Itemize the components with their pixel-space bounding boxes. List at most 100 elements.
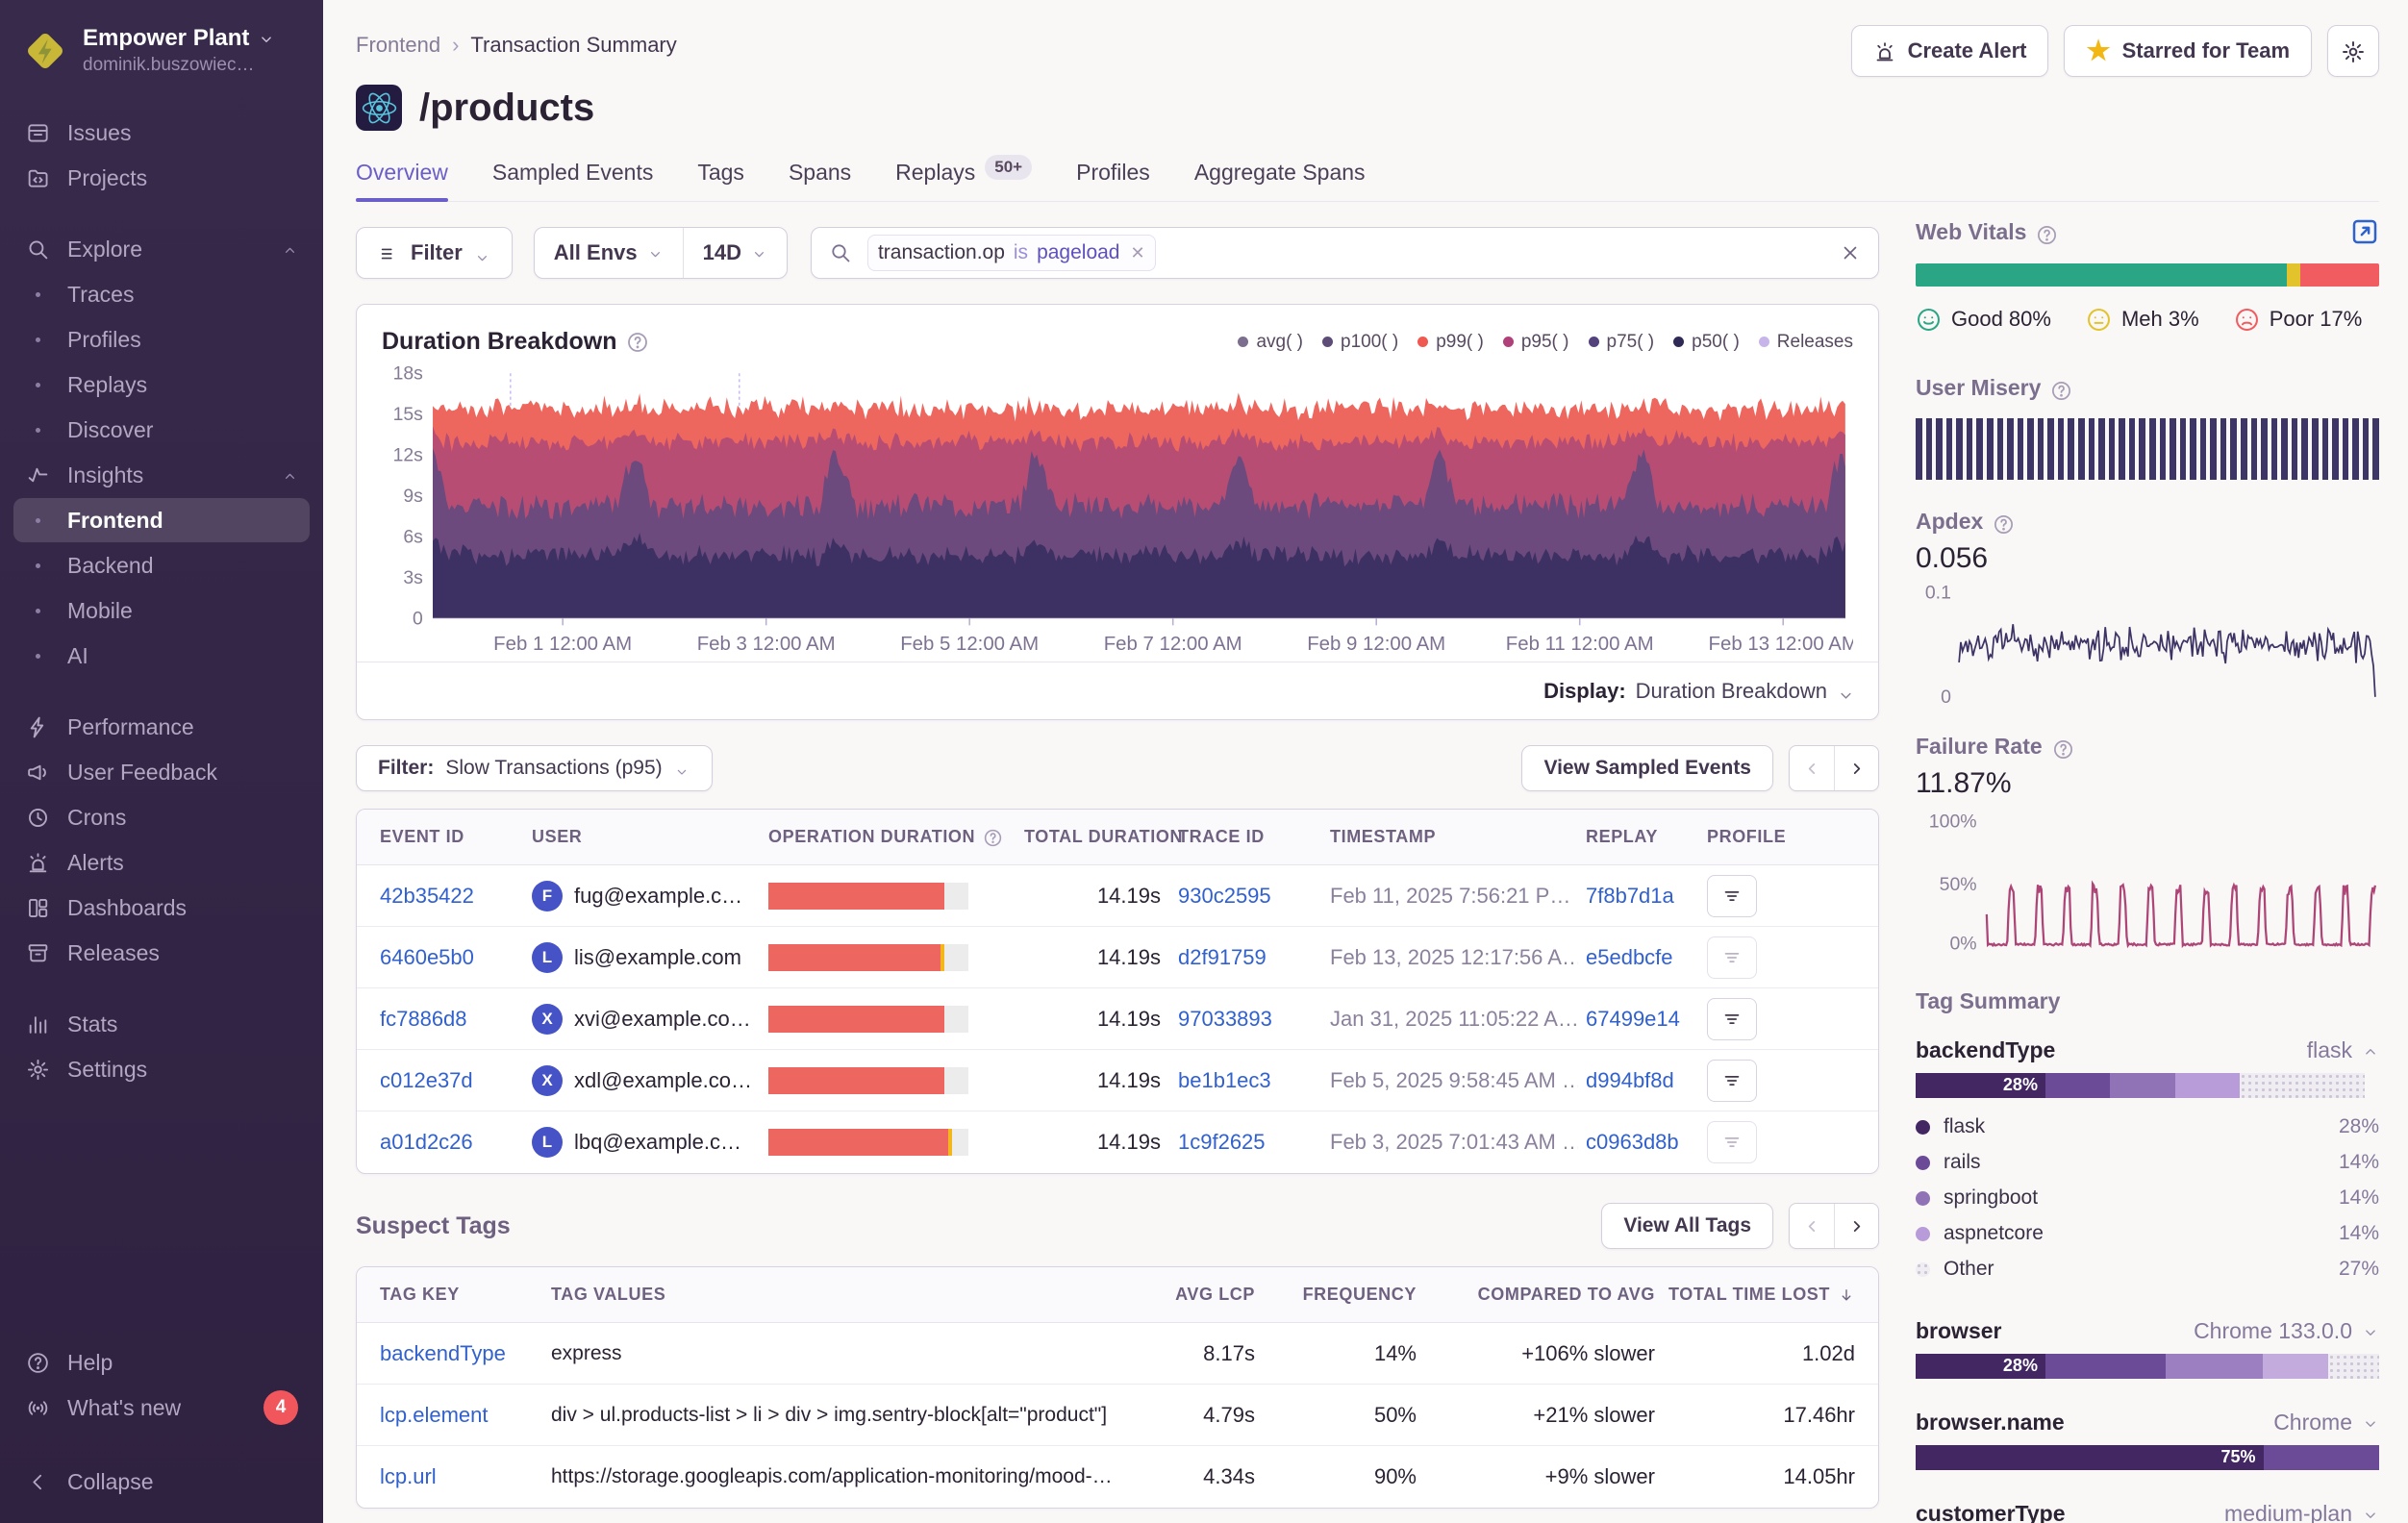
search-clear-icon[interactable] [1840, 242, 1861, 263]
tag-group-selector[interactable]: Chrome 133.0.0 [2194, 1318, 2379, 1344]
sidebar-item-settings[interactable]: Settings [13, 1047, 310, 1091]
sidebar-item-insights[interactable]: Insights [13, 453, 310, 497]
sidebar-item-collapse[interactable]: Collapse [13, 1460, 310, 1504]
sidebar-item-issues[interactable]: Issues [13, 111, 310, 155]
sidebar-item-label: Explore [67, 237, 142, 262]
tab-aggregate-spans[interactable]: Aggregate Spans [1194, 160, 1366, 201]
legend-item-releases[interactable]: Releases [1759, 332, 1853, 353]
legend-item-p50[interactable]: p50( ) [1673, 332, 1740, 353]
sidebar-item-frontend[interactable]: Frontend [13, 498, 310, 542]
sidebar-item-stats[interactable]: Stats [13, 1002, 310, 1046]
legend-item-p95[interactable]: p95( ) [1503, 332, 1569, 353]
tag-group-selector[interactable]: medium-plan [2224, 1501, 2379, 1523]
tag-group-selector[interactable]: Chrome [2273, 1410, 2379, 1436]
tab-overview[interactable]: Overview [356, 160, 448, 201]
sidebar-item-mobile[interactable]: Mobile [13, 588, 310, 633]
help-icon[interactable] [2052, 736, 2074, 758]
view-sampled-events-button[interactable]: View Sampled Events [1521, 745, 1773, 791]
sidebar-item-explore[interactable]: Explore [13, 227, 310, 271]
replay-link[interactable]: 7f8b7d1a [1586, 884, 1699, 909]
filter-button[interactable]: Filter [356, 227, 513, 279]
sidebar-item-replays[interactable]: Replays [13, 362, 310, 407]
tag-value: express [551, 1342, 1113, 1365]
environment-selector[interactable]: All Envs [535, 228, 683, 278]
profile-button[interactable] [1707, 998, 1757, 1040]
sidebar-item-traces[interactable]: Traces [13, 272, 310, 316]
sidebar-item-backend[interactable]: Backend [13, 543, 310, 587]
legend-item-p99[interactable]: p99( ) [1417, 332, 1484, 353]
profile-button[interactable] [1707, 936, 1757, 979]
display-selector[interactable]: Duration Breakdown [1636, 679, 1827, 704]
next-page-button[interactable] [1834, 746, 1878, 790]
tab-profiles[interactable]: Profiles [1076, 160, 1150, 201]
column-header-total-time-lost[interactable]: TOTAL TIME LOST [1663, 1285, 1855, 1305]
event-row: 42b35422Ffug@example.c…14.19s930c2595Feb… [357, 865, 1878, 927]
prev-page-button[interactable] [1790, 1204, 1834, 1248]
sidebar-item-releases[interactable]: Releases [13, 931, 310, 975]
sidebar-item-performance[interactable]: Performance [13, 705, 310, 749]
legend-item-p75[interactable]: p75( ) [1589, 332, 1655, 353]
event-id-link[interactable]: fc7886d8 [380, 1007, 524, 1032]
org-switcher[interactable]: Empower Plant dominik.buszowiec… [13, 23, 310, 82]
legend-item-p100[interactable]: p100( ) [1322, 332, 1398, 353]
search-token[interactable]: transaction.op is pageload ✕ [867, 235, 1156, 271]
sidebar-item-profiles[interactable]: Profiles [13, 317, 310, 362]
sidebar-item-alerts[interactable]: Alerts [13, 840, 310, 885]
tag-key-link[interactable]: backendType [380, 1341, 543, 1366]
sidebar-item-ai[interactable]: AI [13, 634, 310, 678]
sidebar-item-help[interactable]: Help [13, 1340, 310, 1385]
help-icon[interactable] [2050, 377, 2072, 399]
trace-id-link[interactable]: 97033893 [1178, 1007, 1322, 1032]
trace-id-link[interactable]: 930c2595 [1178, 884, 1322, 909]
chevron-down-icon[interactable] [1837, 682, 1855, 700]
profile-button[interactable] [1707, 1060, 1757, 1102]
event-id-link[interactable]: 6460e5b0 [380, 945, 524, 970]
replay-link[interactable]: 67499e14 [1586, 1007, 1699, 1032]
open-in-new-icon[interactable] [2350, 217, 2379, 246]
help-icon[interactable] [626, 331, 649, 354]
trace-id-link[interactable]: 1c9f2625 [1178, 1130, 1322, 1155]
sidebar-item-user-feedback[interactable]: User Feedback [13, 750, 310, 794]
tag-key-link[interactable]: lcp.url [380, 1464, 543, 1489]
view-all-tags-button[interactable]: View All Tags [1601, 1203, 1773, 1249]
help-icon[interactable] [983, 827, 1003, 847]
date-range-selector[interactable]: 14D [683, 228, 787, 278]
help-icon[interactable] [1993, 511, 2015, 533]
event-id-link[interactable]: 42b35422 [380, 884, 524, 909]
breadcrumb-project[interactable]: Frontend [356, 33, 440, 58]
tab-sampled-events[interactable]: Sampled Events [492, 160, 653, 201]
tag-key-link[interactable]: lcp.element [380, 1403, 543, 1428]
duration-breakdown-chart[interactable]: 03s6s9s12s15s18sFeb 1 12:00 AMFeb 3 12:0… [382, 363, 1853, 658]
settings-button[interactable] [2327, 25, 2379, 77]
trace-id-link[interactable]: be1b1ec3 [1178, 1068, 1322, 1093]
help-icon[interactable] [2036, 221, 2058, 243]
starred-for-team-button[interactable]: ★Starred for Team [2064, 25, 2312, 77]
replay-link[interactable]: c0963d8b [1586, 1130, 1699, 1155]
legend-item-avg[interactable]: avg( ) [1238, 332, 1303, 353]
tag-legend-row: flask28% [1916, 1110, 2379, 1145]
sidebar-item-discover[interactable]: Discover [13, 408, 310, 452]
tab-replays[interactable]: Replays50+ [895, 160, 1032, 201]
sidebar-item-crons[interactable]: Crons [13, 795, 310, 839]
siren-icon [25, 851, 51, 875]
event-id-link[interactable]: a01d2c26 [380, 1130, 524, 1155]
tab-spans[interactable]: Spans [789, 160, 851, 201]
replay-link[interactable]: e5edbcfe [1586, 945, 1699, 970]
sidebar-item-projects[interactable]: Projects [13, 156, 310, 200]
transactions-filter-button[interactable]: Filter: Slow Transactions (p95) [356, 745, 713, 791]
event-id-link[interactable]: c012e37d [380, 1068, 524, 1093]
tag-group-selector[interactable]: flask [2307, 1037, 2379, 1063]
profile-button[interactable] [1707, 875, 1757, 917]
chevron-down-icon [474, 245, 490, 262]
next-page-button[interactable] [1834, 1204, 1878, 1248]
sidebar-item-what-s-new[interactable]: What's new4 [13, 1386, 310, 1430]
trace-id-link[interactable]: d2f91759 [1178, 945, 1322, 970]
tab-tags[interactable]: Tags [697, 160, 744, 201]
replay-link[interactable]: d994bf8d [1586, 1068, 1699, 1093]
prev-page-button[interactable] [1790, 746, 1834, 790]
token-remove-icon[interactable]: ✕ [1128, 243, 1144, 263]
profile-button[interactable] [1707, 1121, 1757, 1163]
create-alert-button[interactable]: Create Alert [1851, 25, 2049, 77]
search-input[interactable]: transaction.op is pageload ✕ [811, 227, 1879, 279]
sidebar-item-dashboards[interactable]: Dashboards [13, 886, 310, 930]
